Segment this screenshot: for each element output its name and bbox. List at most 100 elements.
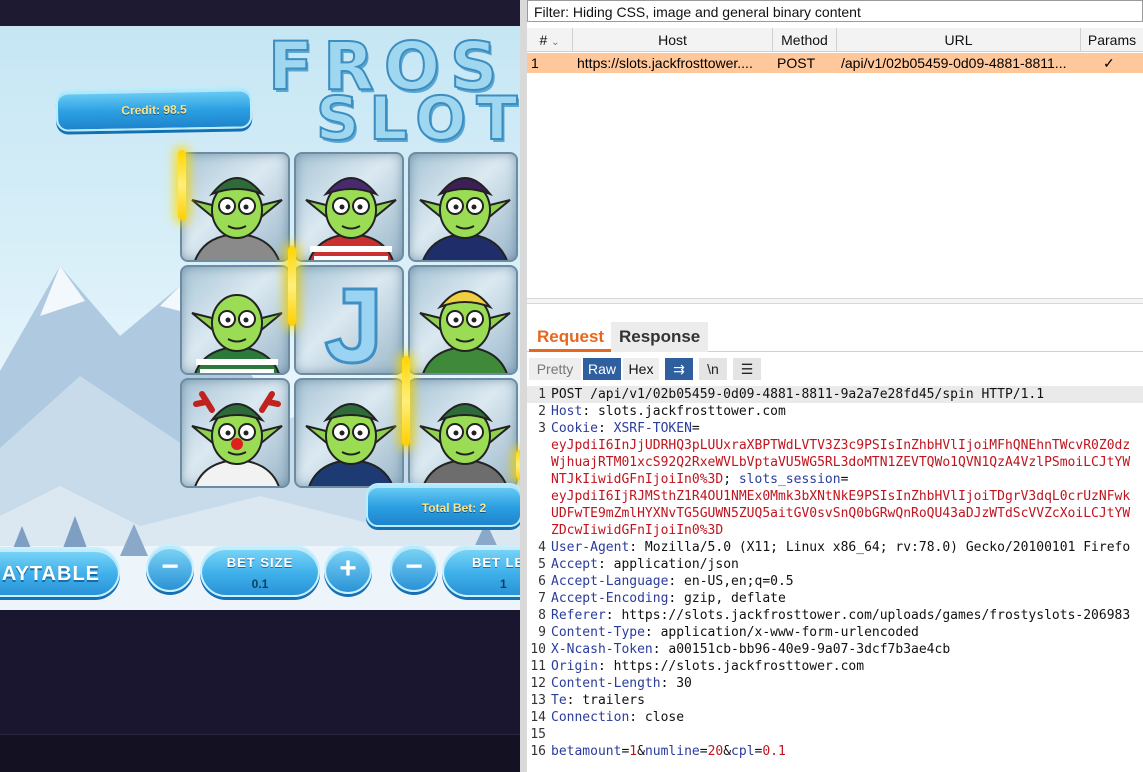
- column-params[interactable]: Params: [1081, 28, 1143, 52]
- bet-size-value: 0.1: [251, 577, 269, 591]
- code-token: : trailers: [566, 693, 645, 708]
- table-header: # ⌄ Host Method URL Params: [527, 28, 1143, 52]
- bet-size-minus-button[interactable]: −: [146, 544, 194, 592]
- bet-level-minus-button[interactable]: −: [390, 544, 438, 592]
- reel-cell: [408, 152, 518, 262]
- request-line[interactable]: 6 Accept-Language: en-US,en;q=0.5: [527, 573, 1143, 590]
- win-line-highlight: [402, 356, 410, 446]
- game-title-slots: SLOT: [315, 83, 520, 155]
- request-line[interactable]: 7 Accept-Encoding: gzip, deflate: [527, 590, 1143, 607]
- request-line[interactable]: 8 Referer: https://slots.jackfrosttower.c…: [527, 607, 1143, 624]
- goblin-icon: [305, 403, 397, 486]
- code-token: POST /api/v1/02b05459-0d09-4881-8811-9a2…: [551, 387, 1045, 402]
- line-number: 9: [538, 625, 546, 640]
- request-line[interactable]: 11 Origin: https://slots.jackfrosttower.c…: [527, 658, 1143, 675]
- request-line[interactable]: 16 betamount=1&numline=20&cpl=0.1: [527, 743, 1143, 760]
- request-line[interactable]: 9 Content-Type: application/x-www-form-ur…: [527, 624, 1143, 641]
- table-row[interactable]: 1 https://slots.jackfrosttower.... POST …: [527, 53, 1143, 73]
- request-line[interactable]: WjhuajRTM01xcS92Q2RxeWVLbVptaVU5WG5RL3do…: [527, 454, 1143, 471]
- code-token: UDFwTE9mZmlHYXNvTG5GUWN5ZUQ5aitGV0svSnQ0…: [551, 506, 1131, 521]
- game-top-strip: [0, 0, 522, 26]
- request-line[interactable]: ZDcwIiwidGFnIjoiIn0%3D: [527, 522, 1143, 539]
- code-token: : https://slots.jackfrosttower.com: [597, 659, 865, 674]
- request-line[interactable]: 10 X-Ncash-Token: a00151cb-bb96-40e9-9a07…: [527, 641, 1143, 658]
- line-code: Te: trailers: [551, 692, 645, 709]
- goblin-icon: [305, 177, 397, 260]
- bet-size-control: BET SIZE 0.1: [200, 545, 320, 597]
- code-token: : https://slots.jackfrosttower.com/uploa…: [605, 608, 1131, 623]
- game-bottom-bar: [0, 734, 522, 772]
- code-token: numline: [644, 744, 700, 759]
- line-code: eyJpdiI6IjRJMSthZ1R4OU1NMEx0Mmk3bXNtNkE9…: [551, 488, 1130, 505]
- code-token: eyJpdiI6InJjUDRHQ3pLUUxraXBPTWdLVTV3Z3c9…: [551, 438, 1131, 453]
- split-handle[interactable]: [527, 298, 1143, 304]
- code-token: Content-Type: [551, 625, 645, 640]
- request-line[interactable]: 4 User-Agent: Mozilla/5.0 (X11; Linux x86…: [527, 539, 1143, 556]
- row-params-check: ✓: [1103, 55, 1115, 71]
- line-number: 15: [530, 727, 546, 742]
- row-host: https://slots.jackfrosttower....: [577, 55, 753, 71]
- line-code: User-Agent: Mozilla/5.0 (X11; Linux x86_…: [551, 539, 1130, 556]
- show-newlines-icon[interactable]: \n: [699, 358, 727, 380]
- reel-cell: [294, 152, 404, 262]
- code-token: 20: [707, 744, 724, 759]
- game-canvas[interactable]: FROS SLOT Credit: 98.5 Total Bet: 2 AYTA…: [0, 26, 520, 610]
- code-token: : gzip, deflate: [668, 591, 786, 606]
- code-token: =: [699, 744, 708, 759]
- game-dark-background: [0, 610, 522, 734]
- request-line[interactable]: NTJkIiwidGFnIjoiIn0%3D; slots_session=: [527, 471, 1143, 488]
- reel-grid[interactable]: [178, 150, 520, 490]
- line-code: Accept: application/json: [551, 556, 739, 573]
- column-method[interactable]: Method: [773, 28, 837, 52]
- pretty-button[interactable]: Pretty: [529, 358, 581, 380]
- hex-button[interactable]: Hex: [623, 358, 659, 380]
- word-wrap-icon[interactable]: ⇉: [665, 358, 693, 380]
- code-token: : Mozilla/5.0 (X11; Linux x86_64; rv:78.…: [629, 540, 1131, 555]
- pane-divider[interactable]: [520, 0, 527, 772]
- message-tabs: Request Response: [527, 320, 1143, 352]
- paytable-button[interactable]: AYTABLE: [0, 547, 120, 597]
- column-number[interactable]: # ⌄: [527, 28, 573, 52]
- filter-bar[interactable]: Filter: Hiding CSS, image and general bi…: [527, 0, 1143, 22]
- goblin-icon: [419, 290, 511, 373]
- bet-size-label: BET SIZE: [226, 555, 294, 570]
- raw-button[interactable]: Raw: [583, 358, 621, 380]
- request-line[interactable]: 3 Cookie: XSRF-TOKEN=: [527, 420, 1143, 437]
- request-line[interactable]: eyJpdiI6IjRJMSthZ1R4OU1NMEx0Mmk3bXNtNkE9…: [527, 488, 1143, 505]
- total-bet-label: Total Bet: 2: [421, 501, 487, 515]
- line-number: 12: [530, 676, 546, 691]
- code-token: :: [597, 421, 614, 436]
- line-number: 1: [538, 387, 546, 402]
- tab-request[interactable]: Request: [529, 322, 613, 352]
- tab-response[interactable]: Response: [611, 322, 709, 352]
- bet-level-control: BET LEV 1: [442, 545, 520, 597]
- request-line[interactable]: 13 Te: trailers: [527, 692, 1143, 709]
- code-token: Content-Length: [551, 676, 661, 691]
- line-number: 2: [538, 404, 546, 419]
- total-bet-display: Total Bet: 2: [366, 483, 520, 527]
- request-line[interactable]: 15: [527, 726, 1143, 743]
- request-line[interactable]: 5 Accept: application/json: [527, 556, 1143, 573]
- code-token: : 30: [660, 676, 692, 691]
- menu-icon[interactable]: ☰: [733, 358, 761, 380]
- code-token: : application/json: [597, 557, 739, 572]
- request-line[interactable]: 12 Content-Length: 30: [527, 675, 1143, 692]
- reel-cell: [408, 378, 518, 488]
- line-code: X-Ncash-Token: a00151cb-bb96-40e9-9a07-3…: [551, 641, 950, 658]
- request-line[interactable]: 14 Connection: close: [527, 709, 1143, 726]
- code-token: : en-US,en;q=0.5: [668, 574, 794, 589]
- line-code: Connection: close: [551, 709, 684, 726]
- request-line[interactable]: UDFwTE9mZmlHYXNvTG5GUWN5ZUQ5aitGV0svSnQ0…: [527, 505, 1143, 522]
- request-line[interactable]: 2 Host: slots.jackfrosttower.com: [527, 403, 1143, 420]
- column-host[interactable]: Host: [573, 28, 773, 52]
- request-line[interactable]: eyJpdiI6InJjUDRHQ3pLUUxraXBPTWdLVTV3Z3c9…: [527, 437, 1143, 454]
- column-url[interactable]: URL: [837, 28, 1081, 52]
- bet-size-plus-button[interactable]: +: [324, 546, 372, 594]
- reel-cell: [294, 265, 404, 375]
- request-line[interactable]: 1 POST /api/v1/02b05459-0d09-4881-8811-9a…: [527, 386, 1143, 403]
- code-token: Accept-Encoding: [551, 591, 669, 606]
- line-number: 11: [530, 659, 546, 674]
- goblin-icon: [191, 391, 283, 486]
- request-editor[interactable]: 1 POST /api/v1/02b05459-0d09-4881-8811-9a…: [527, 386, 1143, 772]
- slot-game-pane: FROS SLOT Credit: 98.5 Total Bet: 2 AYTA…: [0, 0, 522, 772]
